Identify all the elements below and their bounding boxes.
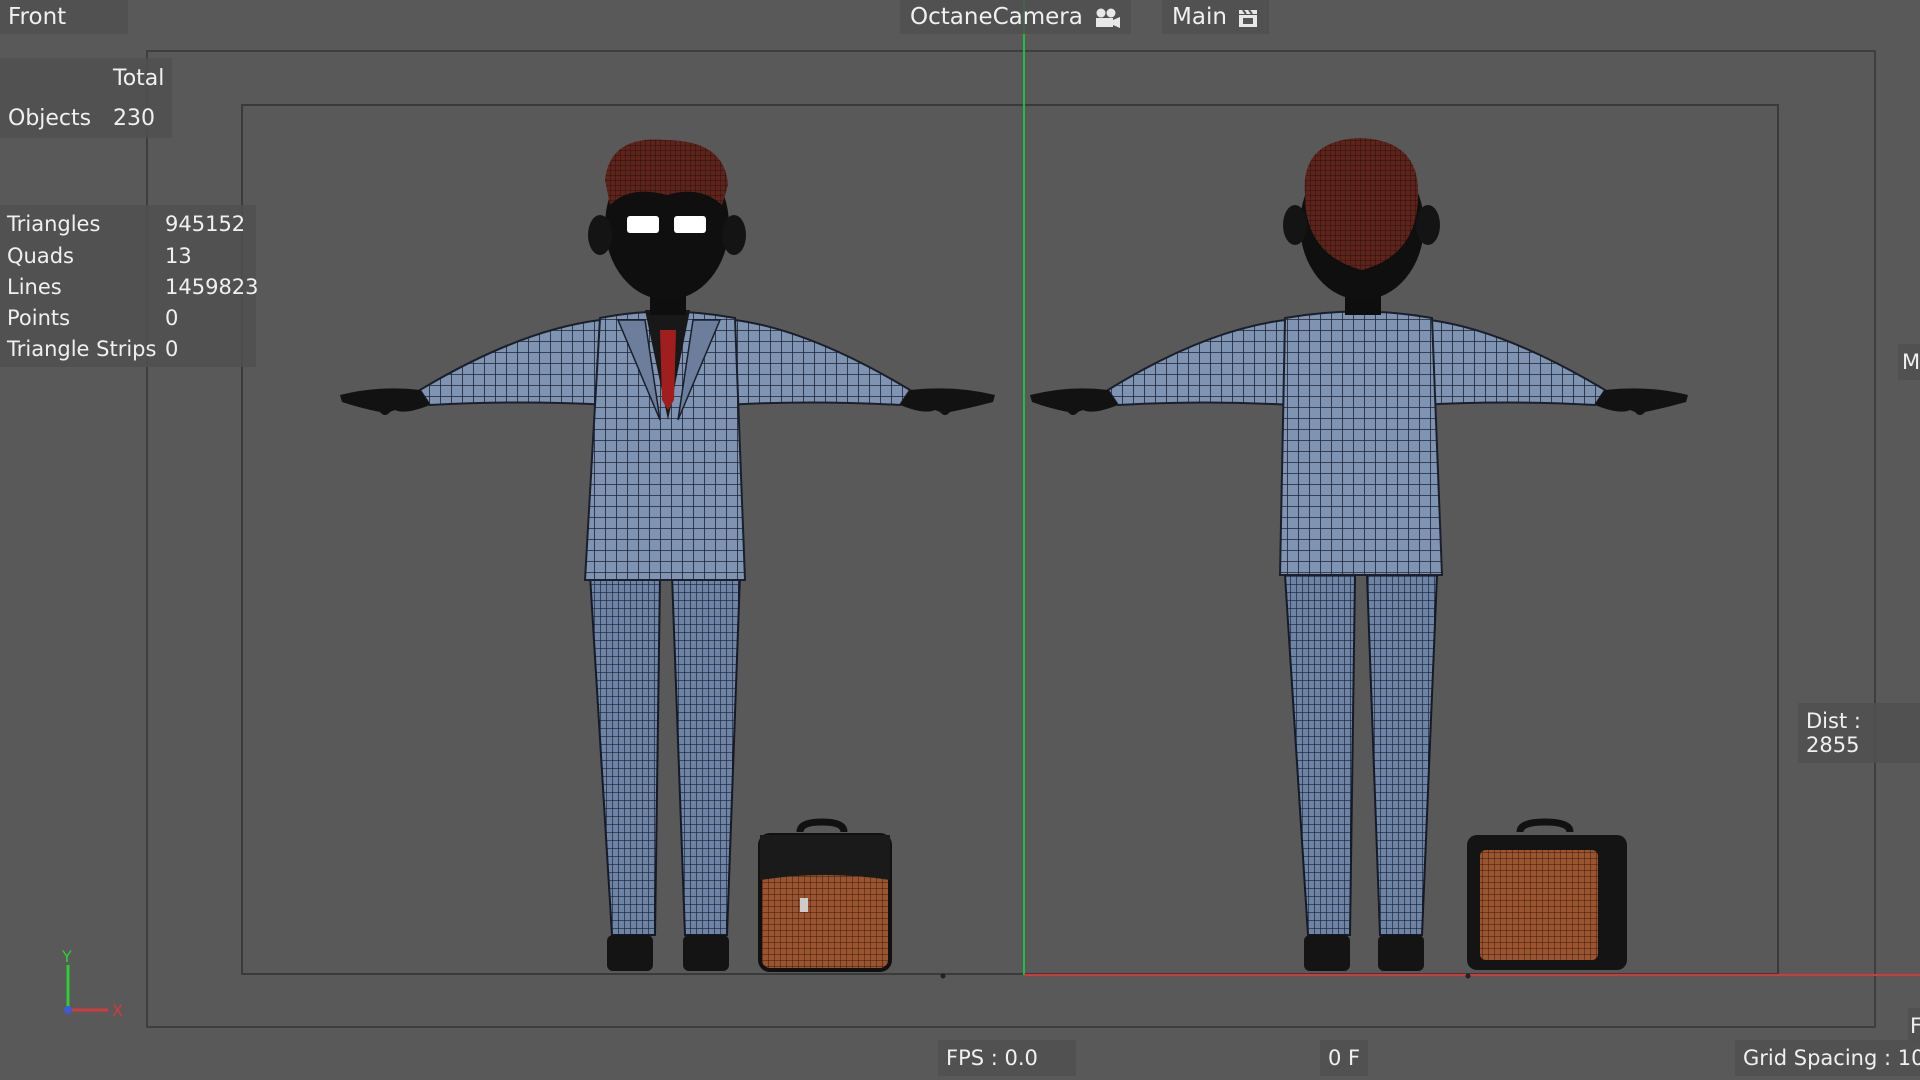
grid-spacing-value: Grid Spacing : 10 [1743, 1046, 1920, 1070]
objects-value: 230 [113, 106, 155, 131]
stat-value: 945152 [165, 212, 246, 236]
edge-label-top-text: M [1902, 350, 1920, 374]
grid-spacing-readout: Grid Spacing : 10 [1735, 1040, 1920, 1076]
objects-label: Objects [8, 106, 92, 131]
scene-canvas[interactable]: Y X [0, 0, 1920, 1080]
viewport-view-menu[interactable]: Front [0, 0, 128, 34]
character-front-view[interactable] [340, 139, 995, 972]
stat-value: 0 [165, 337, 179, 361]
briefcase-front[interactable] [758, 818, 892, 972]
stat-value: 1459823 [165, 275, 259, 299]
stats-total-panel: Total Objects 230 [0, 58, 172, 138]
edge-label-top: M [1898, 344, 1920, 380]
axis-x-label: X [112, 1001, 123, 1020]
stat-label: Lines [7, 275, 62, 299]
stat-label: Quads [7, 244, 74, 268]
fps-readout: FPS : 0.0 [938, 1040, 1076, 1076]
axis-gizmo: Y X [61, 947, 123, 1020]
fps-value: FPS : 0.0 [946, 1046, 1038, 1070]
edge-label-bottom: F [1908, 1008, 1920, 1044]
stat-label: Points [7, 306, 71, 330]
stat-label: Triangles [7, 212, 101, 236]
render-setting-name: Main [1172, 4, 1227, 30]
stat-value: 13 [165, 244, 192, 268]
stat-value: 0 [165, 306, 179, 330]
briefcase-back[interactable] [1467, 818, 1627, 970]
editor-viewport[interactable]: Y X Front OctaneCamera Main Total Object… [0, 0, 1920, 1080]
stats-detail-panel: Triangles 945152 Quads 13 Lines 1459823 … [0, 205, 259, 367]
frame-value: 0 F [1328, 1046, 1361, 1070]
camera-icon [1095, 8, 1120, 28]
axis-y-label: Y [61, 947, 72, 966]
ground-marker [940, 973, 946, 979]
active-camera-tag[interactable]: OctaneCamera [900, 0, 1131, 34]
render-setting-tag[interactable]: Main [1162, 0, 1269, 34]
camera-name: OctaneCamera [910, 4, 1083, 30]
view-name: Front [8, 4, 67, 30]
edge-label-bottom-text: F [1910, 1014, 1920, 1038]
camera-distance-readout: Dist : 2855 [1798, 703, 1920, 763]
dist-value: Dist : 2855 [1806, 709, 1861, 757]
stats-total-header: Total [113, 66, 165, 91]
ground-marker [1465, 973, 1471, 979]
stat-label: Triangle Strips [7, 337, 157, 361]
clapperboard-icon [1238, 9, 1257, 27]
frame-readout: 0 F [1320, 1040, 1369, 1076]
